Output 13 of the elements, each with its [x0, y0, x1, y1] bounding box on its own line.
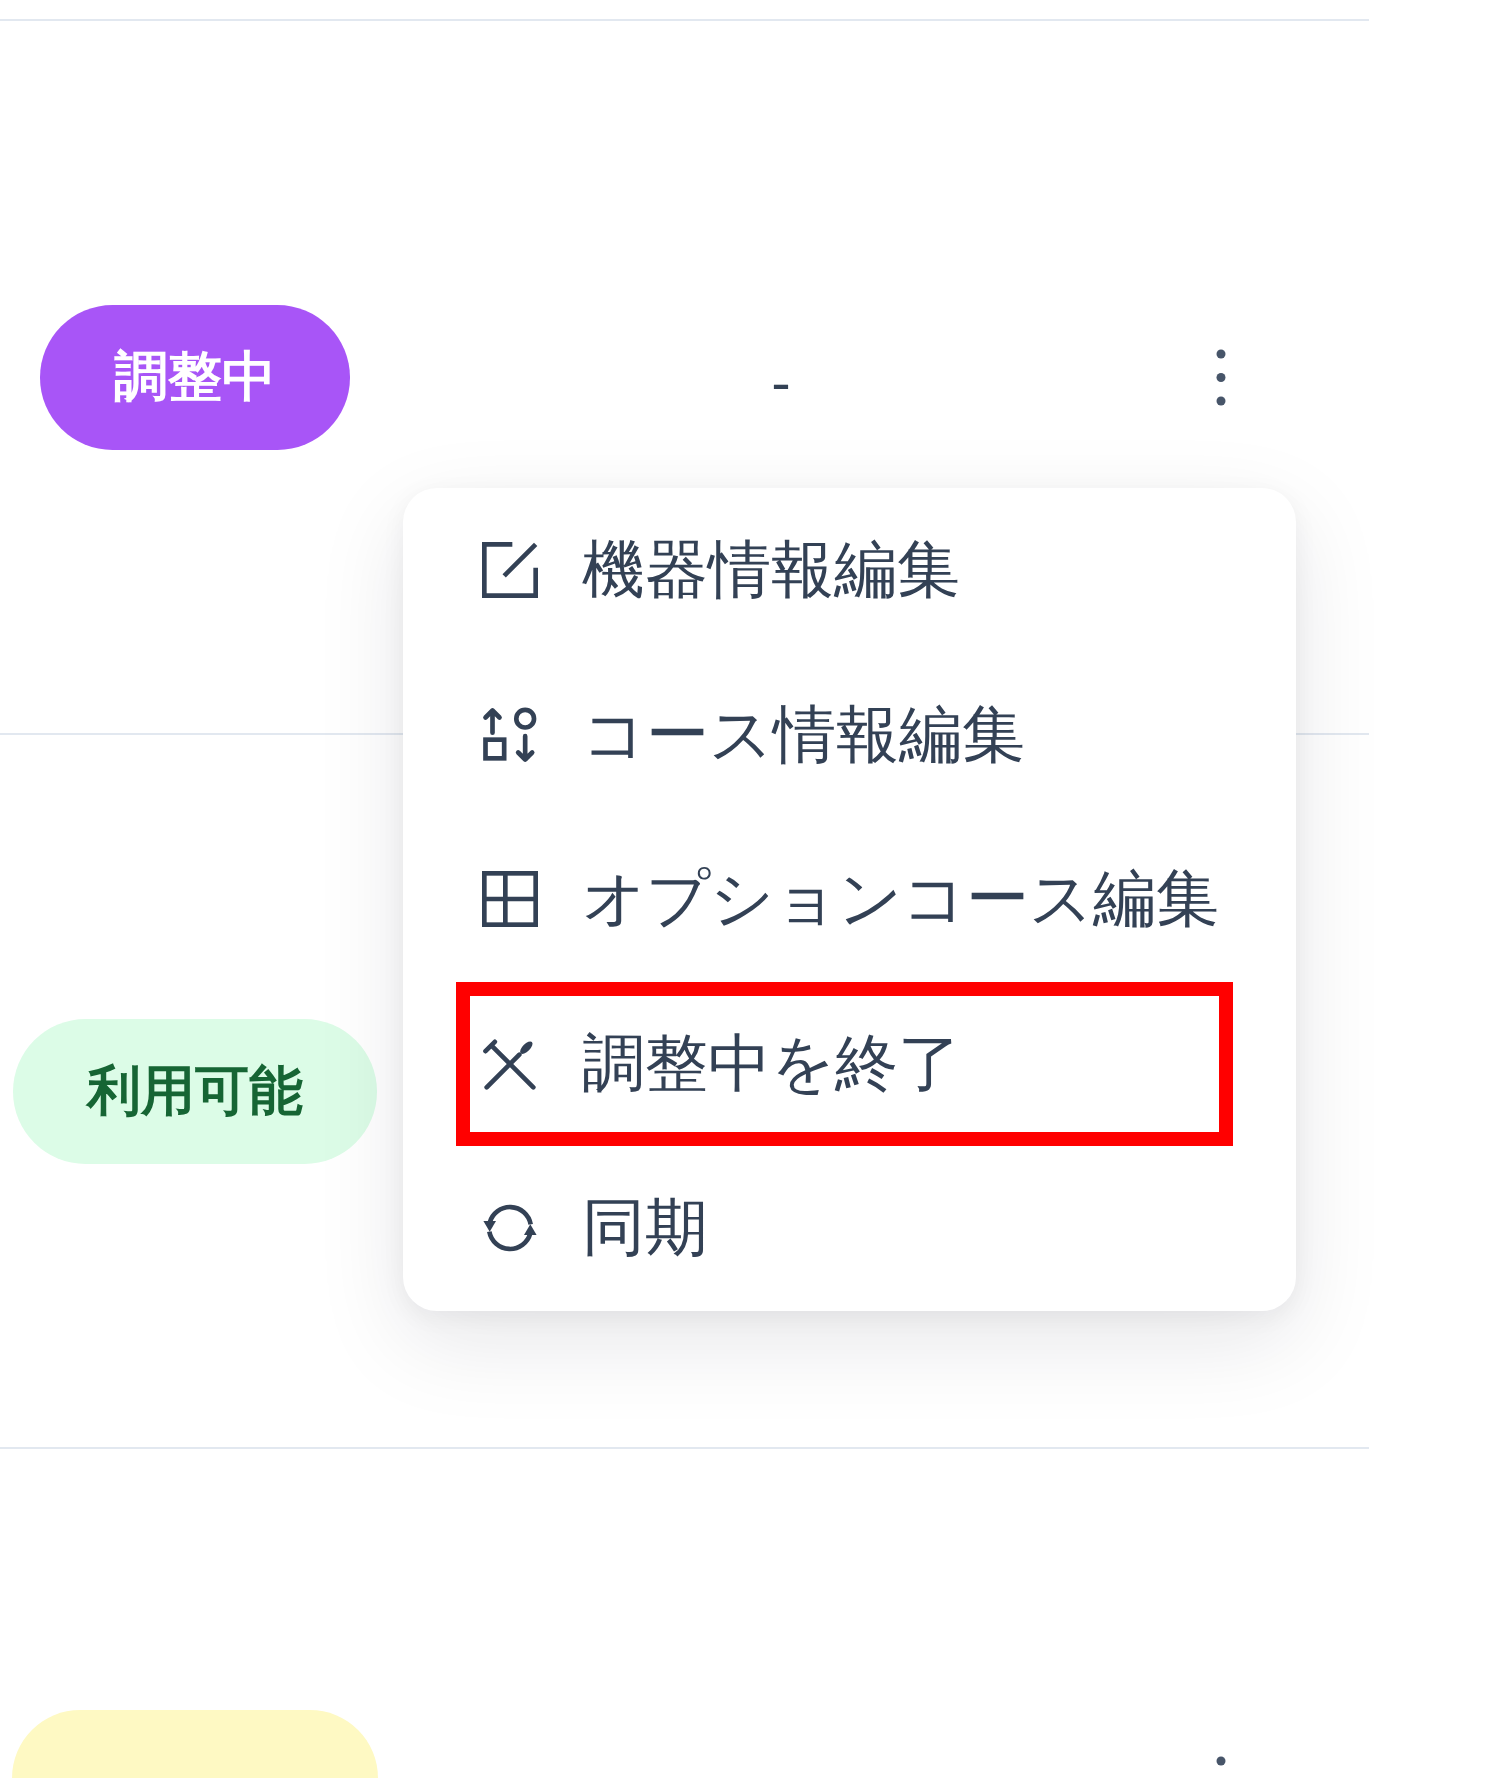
more-options-icon[interactable]: [1216, 348, 1226, 406]
menu-item[interactable]: オプションコース編集: [456, 817, 1233, 982]
menu-item[interactable]: コース情報編集: [456, 652, 1233, 817]
arrows-shapes-icon: [482, 706, 538, 763]
grid-icon: [482, 871, 538, 928]
status-badge: 利用可能: [13, 1018, 377, 1164]
dot-icon[interactable]: [1216, 1756, 1226, 1766]
value-text: -: [771, 351, 791, 411]
menu-item[interactable]: 調整中を終了: [456, 981, 1233, 1146]
menu-item[interactable]: 機器情報編集: [456, 488, 1233, 653]
menu-item[interactable]: 同期: [456, 1146, 1233, 1311]
status-badge: 調整中: [40, 304, 350, 450]
edit-icon: [482, 542, 538, 599]
